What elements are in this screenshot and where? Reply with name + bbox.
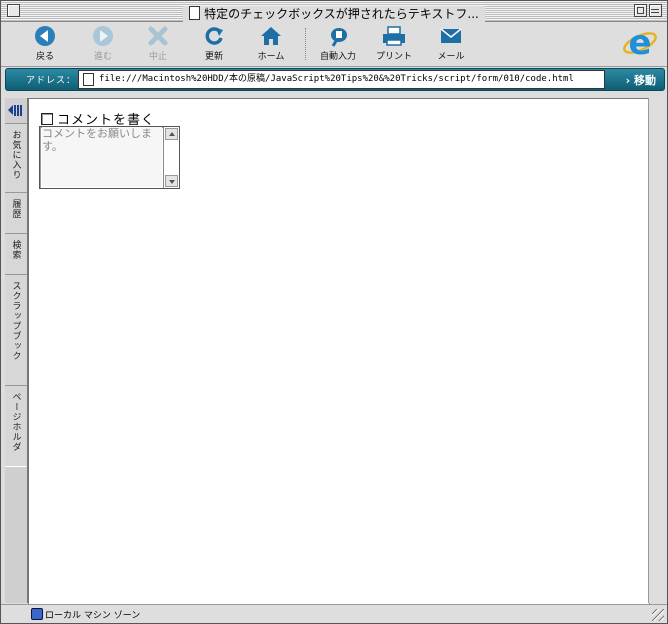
stop-button-label: 中止 (148, 52, 167, 62)
collapse-box-button[interactable] (649, 4, 662, 17)
toolbar-separator (305, 28, 307, 60)
zoom-box-button[interactable] (634, 4, 647, 17)
svg-text:e: e (628, 24, 651, 62)
resize-grip-icon[interactable] (652, 609, 664, 621)
document-icon (189, 6, 201, 20)
back-button-label: 戻る (35, 52, 54, 62)
ie-logo-icon[interactable]: e (621, 23, 659, 63)
address-bar: アドレス： › 移動 (5, 68, 665, 91)
refresh-button[interactable]: 更新 (184, 24, 244, 62)
autofill-button[interactable]: 自動入力 (308, 24, 368, 62)
autofill-icon (308, 24, 368, 48)
home-button-label: ホーム (257, 52, 285, 62)
go-button-label: 移動 (634, 74, 656, 87)
explorer-tab-scrapbook[interactable]: スクラップブック (5, 274, 27, 386)
explorer-tab-search[interactable]: 検索 (5, 233, 27, 275)
home-button[interactable]: ホーム (241, 24, 301, 62)
go-button[interactable]: › 移動 (626, 72, 656, 88)
explorer-tab-page-holder[interactable]: ページホルダ (5, 385, 27, 467)
forward-arrow-icon (73, 24, 133, 48)
scroll-up-arrow-icon[interactable] (165, 128, 178, 140)
window-title: 特定のチェックボックスが押されたらテキストフ... (204, 7, 479, 21)
page-content: コメントを書く コメントをお願いします。 (28, 98, 650, 605)
toolbar: 戻る 進む 中止 更新 ホーム 自動入力 プリント メール e (1, 22, 667, 67)
home-icon (241, 24, 301, 48)
title-wrap: 特定のチェックボックスが押されたらテキストフ... (1, 3, 667, 22)
status-zone-text: ローカル マシン ゾーン (45, 611, 141, 621)
textarea-scrollbar[interactable] (163, 127, 179, 188)
back-button[interactable]: 戻る (15, 24, 75, 62)
zone-icon (31, 608, 43, 620)
stop-x-icon (128, 24, 188, 48)
stop-button[interactable]: 中止 (128, 24, 188, 62)
title-bar[interactable]: 特定のチェックボックスが押されたらテキストフ... (1, 1, 667, 22)
printer-icon (364, 24, 424, 48)
explorer-bar: お気に入り 履歴 検索 スクラップブック ページホルダ (5, 98, 28, 603)
explorer-tab-history-label: 履歴 (10, 199, 21, 219)
explorer-tab-history[interactable]: 履歴 (5, 192, 27, 234)
scroll-down-arrow-icon[interactable] (165, 175, 178, 187)
explorer-tab-favorites-label: お気に入り (10, 130, 21, 180)
address-input[interactable] (99, 71, 599, 88)
explorer-tab-search-label: 検索 (10, 240, 21, 260)
status-bar: ローカル マシン ゾーン (1, 604, 667, 623)
explorer-tab-page-holder-label: ページホルダ (10, 392, 21, 452)
mail-button[interactable]: メール (421, 24, 481, 62)
back-arrow-icon (15, 24, 75, 48)
forward-button-label: 進む (93, 52, 112, 62)
comment-checkbox[interactable] (41, 112, 53, 125)
explorer-toggle-icon[interactable] (8, 102, 24, 116)
print-button-label: プリント (375, 52, 412, 62)
address-field[interactable] (78, 70, 605, 89)
mail-button-label: メール (437, 52, 465, 62)
page-document-icon (83, 73, 94, 86)
comment-textarea-frame: コメントをお願いします。 (39, 126, 180, 189)
refresh-button-label: 更新 (204, 52, 223, 62)
forward-button[interactable]: 進む (73, 24, 133, 62)
refresh-icon (184, 24, 244, 48)
print-button[interactable]: プリント (364, 24, 424, 62)
window-title-container: 特定のチェックボックスが押されたらテキストフ... (183, 6, 485, 22)
browser-window: 特定のチェックボックスが押されたらテキストフ... 戻る 進む 中止 更新 ホー… (0, 0, 668, 624)
mail-icon (421, 24, 481, 48)
explorer-tab-scrapbook-label: スクラップブック (10, 281, 21, 361)
autofill-button-label: 自動入力 (319, 52, 356, 62)
address-label: アドレス： (26, 76, 77, 86)
comment-textarea[interactable]: コメントをお願いします。 (42, 127, 162, 187)
page-scrollbar-area (648, 98, 663, 603)
explorer-tab-favorites[interactable]: お気に入り (5, 123, 27, 193)
